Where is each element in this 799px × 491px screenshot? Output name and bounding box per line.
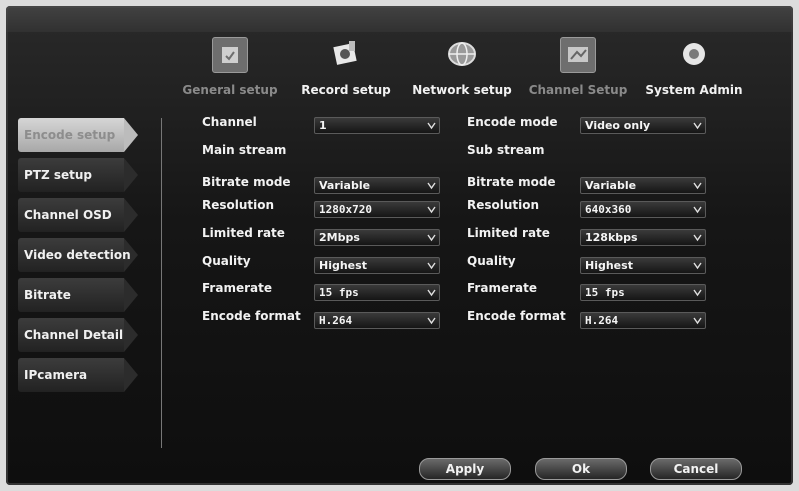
ok-button[interactable]: Ok: [535, 458, 627, 480]
system-admin-icon: [674, 34, 714, 74]
sub-bitrate-mode-select[interactable]: Variable: [580, 177, 706, 194]
network-setup-icon: [442, 34, 482, 74]
sidebar-item-ipcamera[interactable]: IPcamera: [18, 358, 138, 392]
channel-select[interactable]: 1: [314, 117, 440, 134]
tab-system-admin[interactable]: System Admin: [636, 34, 752, 106]
sub-resolution-label: Resolution: [467, 198, 540, 212]
sidebar-item-label: Video detection: [24, 248, 131, 262]
chevron-down-icon: [693, 206, 702, 214]
tab-record-setup[interactable]: Record setup: [288, 34, 404, 106]
main-stream-heading: Main stream: [202, 143, 287, 157]
chevron-down-icon: [693, 289, 702, 297]
record-setup-icon: [326, 34, 366, 74]
tab-label: General setup: [182, 83, 278, 97]
sidebar-item-label: Encode setup: [24, 128, 116, 142]
main-quality-select[interactable]: Highest: [314, 257, 440, 274]
chevron-down-icon: [427, 206, 436, 214]
sidebar-item-channel-osd[interactable]: Channel OSD: [18, 198, 138, 232]
main-framerate-label: Framerate: [202, 281, 272, 295]
main-bitrate-mode-label: Bitrate mode: [202, 175, 291, 189]
sub-framerate-select[interactable]: 15 fps: [580, 284, 706, 301]
divider: [161, 118, 162, 448]
main-encode-format-label: Encode format: [202, 309, 301, 323]
encode-mode-label: Encode mode: [467, 115, 558, 129]
chevron-down-icon: [693, 182, 702, 190]
channel-label: Channel: [202, 115, 257, 129]
chevron-down-icon: [693, 317, 702, 325]
sub-quality-select[interactable]: Highest: [580, 257, 706, 274]
chevron-down-icon: [427, 289, 436, 297]
sub-stream-heading: Sub stream: [467, 143, 545, 157]
main-quality-label: Quality: [202, 254, 251, 268]
apply-button[interactable]: Apply: [419, 458, 511, 480]
sub-bitrate-mode-label: Bitrate mode: [467, 175, 556, 189]
sidebar-item-video-detection[interactable]: Video detection: [18, 238, 138, 272]
chevron-down-icon: [427, 122, 436, 130]
main-framerate-select[interactable]: 15 fps: [314, 284, 440, 301]
sidebar-item-channel-detail[interactable]: Channel Detail: [18, 318, 138, 352]
main-limited-rate-select[interactable]: 2Mbps: [314, 229, 440, 246]
sub-limited-rate-label: Limited rate: [467, 226, 550, 240]
tab-label: Network setup: [412, 83, 512, 97]
tab-channel-setup[interactable]: Channel Setup: [520, 34, 636, 106]
sub-encode-format-label: Encode format: [467, 309, 566, 323]
main-encode-format-select[interactable]: H.264: [314, 312, 440, 329]
tab-network-setup[interactable]: Network setup: [404, 34, 520, 106]
sub-framerate-label: Framerate: [467, 281, 537, 295]
main-resolution-label: Resolution: [202, 198, 275, 212]
sidebar-item-label: Bitrate: [24, 288, 71, 302]
encode-mode-select[interactable]: Video only: [580, 117, 706, 134]
chevron-down-icon: [693, 234, 702, 242]
chevron-down-icon: [427, 234, 436, 242]
channel-setup-icon: [560, 37, 596, 73]
sub-limited-rate-select[interactable]: 128kbps: [580, 229, 706, 246]
chevron-down-icon: [427, 262, 436, 270]
sub-encode-format-select[interactable]: H.264: [580, 312, 706, 329]
chevron-down-icon: [693, 262, 702, 270]
tab-general-setup[interactable]: General setup: [172, 34, 288, 106]
cancel-button[interactable]: Cancel: [650, 458, 742, 480]
sidebar-item-label: IPcamera: [24, 368, 88, 382]
main-bitrate-mode-select[interactable]: Variable: [314, 177, 440, 194]
sidebar-item-ptz-setup[interactable]: PTZ setup: [18, 158, 138, 192]
sidebar-item-label: Channel Detail: [24, 328, 124, 342]
main-limited-rate-label: Limited rate: [202, 226, 285, 240]
sub-resolution-select[interactable]: 640x360: [580, 201, 706, 218]
tab-label: Record setup: [301, 83, 391, 97]
sidebar-item-label: PTZ setup: [24, 168, 93, 182]
dvr-settings-screen: General setup Record setup Network setup…: [6, 6, 793, 485]
sidebar-item-bitrate[interactable]: Bitrate: [18, 278, 138, 312]
tab-label: System Admin: [645, 83, 743, 97]
general-setup-icon: [212, 37, 248, 73]
sub-quality-label: Quality: [467, 254, 516, 268]
chevron-down-icon: [693, 122, 702, 130]
chevron-down-icon: [427, 182, 436, 190]
sidebar-item-label: Channel OSD: [24, 208, 112, 222]
chevron-down-icon: [427, 317, 436, 325]
sidebar-item-encode-setup[interactable]: Encode setup: [18, 118, 138, 152]
main-resolution-select[interactable]: 1280x720: [314, 201, 440, 218]
tab-label: Channel Setup: [528, 83, 628, 97]
top-bezel: [6, 6, 793, 32]
